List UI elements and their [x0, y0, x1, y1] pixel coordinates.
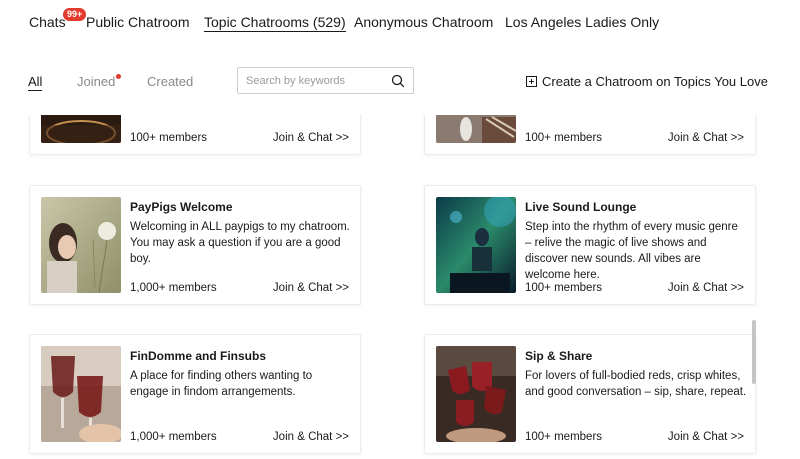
- create-chatroom-button[interactable]: Create a Chatroom on Topics You Love: [526, 74, 768, 89]
- filter-joined[interactable]: Joined: [77, 74, 122, 89]
- tab-public-chatroom[interactable]: Public Chatroom: [86, 14, 190, 30]
- plus-square-icon: [526, 76, 537, 87]
- chatroom-card[interactable]: Sip & Share For lovers of full-bodied re…: [424, 334, 756, 454]
- filter-created[interactable]: Created: [147, 74, 193, 89]
- top-tabs: Chats 99+ Public Chatroom Topic Chatroom…: [0, 0, 800, 44]
- join-chat-link[interactable]: Join & Chat >>: [273, 431, 349, 443]
- chatroom-thumbnail: [41, 115, 121, 143]
- filter-joined-label: Joined: [77, 74, 116, 89]
- chatroom-title: FinDomme and Finsubs: [130, 349, 267, 363]
- member-count: 100+ members: [525, 132, 603, 144]
- create-chatroom-label: Create a Chatroom on Topics You Love: [542, 74, 768, 89]
- chatroom-card[interactable]: FinDomme and Finsubs A place for finding…: [29, 334, 361, 454]
- chatroom-title: Sip & Share: [525, 349, 593, 363]
- scrollbar-thumb[interactable]: [752, 320, 756, 384]
- tab-topic-chatrooms[interactable]: Topic Chatrooms (529): [204, 14, 346, 32]
- chatroom-title: PayPigs Welcome: [130, 200, 233, 214]
- chatroom-card[interactable]: 100+ members Join & Chat >>: [29, 115, 361, 155]
- join-chat-link[interactable]: Join & Chat >>: [668, 282, 744, 294]
- chatroom-thumbnail: [41, 346, 121, 442]
- chats-badge: 99+: [63, 8, 87, 21]
- join-chat-link[interactable]: Join & Chat >>: [273, 132, 349, 144]
- member-count: 100+ members: [130, 132, 208, 144]
- chatroom-description: Step into the rhythm of every music genr…: [525, 221, 738, 281]
- member-count: 100+ members: [525, 282, 603, 294]
- chatroom-card[interactable]: PayPigs Welcome Welcoming in ALL paypigs…: [29, 185, 361, 305]
- tab-los-angeles-ladies[interactable]: Los Angeles Ladies Only: [505, 14, 659, 30]
- join-chat-link[interactable]: Join & Chat >>: [668, 132, 744, 144]
- chatroom-thumbnail: [436, 197, 516, 293]
- member-count: 100+ members: [525, 431, 603, 443]
- chatroom-thumbnail: [436, 115, 516, 143]
- tab-anonymous-chatroom[interactable]: Anonymous Chatroom: [354, 14, 493, 30]
- chatroom-thumbnail: [41, 197, 121, 293]
- chatroom-thumbnail: [436, 346, 516, 442]
- chatroom-card[interactable]: 100+ members Join & Chat >>: [424, 115, 756, 155]
- chatroom-title: Live Sound Lounge: [525, 200, 637, 214]
- join-chat-link[interactable]: Join & Chat >>: [668, 431, 744, 443]
- search-input[interactable]: [246, 73, 386, 89]
- tab-chats[interactable]: Chats: [29, 14, 66, 30]
- chatroom-description: Welcoming in ALL paypigs to my chatroom.…: [130, 221, 350, 265]
- chatroom-description: A place for finding others wanting to en…: [130, 370, 313, 398]
- chatroom-list: 100+ members Join & Chat >> 100+ members…: [0, 115, 800, 459]
- member-count: 1,000+ members: [130, 431, 217, 443]
- filter-all[interactable]: All: [28, 74, 43, 91]
- join-chat-link[interactable]: Join & Chat >>: [273, 282, 349, 294]
- chatroom-card[interactable]: Live Sound Lounge Step into the rhythm o…: [424, 185, 756, 305]
- chatroom-description: For lovers of full-bodied reds, crisp wh…: [525, 370, 747, 398]
- search-box: [237, 67, 414, 94]
- member-count: 1,000+ members: [130, 282, 217, 294]
- joined-notification-dot: [116, 74, 122, 79]
- search-icon[interactable]: [391, 74, 405, 88]
